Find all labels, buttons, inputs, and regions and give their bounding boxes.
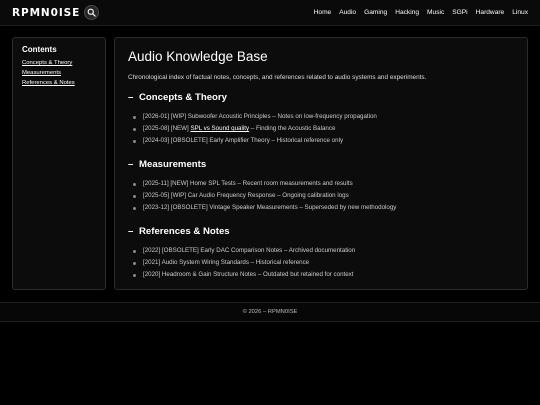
collapse-icon[interactable]: – — [128, 226, 136, 237]
item-text: [2025-11] [NEW] Home SPL Tests – Recent … — [143, 180, 353, 187]
section-concepts: – Concepts & Theory [2026-01] [WIP] Subw… — [128, 92, 514, 147]
nav-gaming[interactable]: Gaming — [364, 9, 387, 16]
sidebar-link-references[interactable]: References & Notes — [22, 78, 96, 88]
nav-home[interactable]: Home — [314, 9, 332, 16]
list-item: [2024-03] [OBSOLETE] Early Amplifier The… — [133, 135, 514, 147]
sidebar-link-concepts[interactable]: Concepts & Theory — [22, 58, 96, 68]
bullet-icon — [133, 127, 136, 131]
section-title: References & Notes — [139, 226, 230, 237]
section-references: – References & Notes [2022] [OBSOLETE] E… — [128, 226, 514, 281]
search-icon — [87, 8, 96, 17]
item-text: [2026-01] [WIP] Subwoofer Acoustic Princ… — [143, 113, 377, 120]
main-content: Audio Knowledge Base Chronological index… — [114, 37, 528, 290]
list-item: [2026-01] [WIP] Subwoofer Acoustic Princ… — [133, 111, 514, 123]
bullet-icon — [133, 206, 136, 210]
page-layout: Contents Concepts & Theory Measurements … — [12, 37, 528, 290]
sidebar-title: Contents — [22, 45, 57, 54]
nav-hardware[interactable]: Hardware — [476, 9, 505, 16]
bullet-icon — [133, 115, 136, 119]
copyright-text: © 2026 – RPMN0ISE — [242, 309, 298, 315]
section-title: Concepts & Theory — [139, 92, 227, 103]
item-prefix: [2025-08] [NEW] — [143, 125, 191, 132]
item-text: [2023-12] [OBSOLETE] Vintage Speaker Mea… — [143, 204, 397, 211]
section-title: Measurements — [139, 159, 207, 170]
nav-music[interactable]: Music — [427, 9, 444, 16]
item-text: [2025-05] [WIP] Car Audio Frequency Resp… — [143, 192, 349, 199]
list-item: [2022] [OBSOLETE] Early DAC Comparison N… — [133, 245, 514, 257]
nav-hacking[interactable]: Hacking — [395, 9, 419, 16]
nav-sgpi[interactable]: SGPi — [452, 9, 467, 16]
bullet-icon — [133, 182, 136, 186]
item-list: [2022] [OBSOLETE] Early DAC Comparison N… — [133, 245, 514, 281]
bullet-icon — [133, 261, 136, 265]
list-item: [2025-08] [NEW] SPL vs Sound quality – F… — [133, 123, 514, 135]
bullet-icon — [133, 273, 136, 277]
nav-audio[interactable]: Audio — [339, 9, 356, 16]
item-list: [2026-01] [WIP] Subwoofer Acoustic Princ… — [133, 111, 514, 147]
bullet-icon — [133, 249, 136, 253]
brand: RPMN0ISE — [12, 5, 100, 20]
list-item: [2021] Audio System Wiring Standards – H… — [133, 257, 514, 269]
main-nav: Home Audio Gaming Hacking Music SGPi Har… — [306, 9, 528, 16]
page-intro: Chronological index of factual notes, co… — [128, 74, 427, 81]
section-measurements: – Measurements [2025-11] [NEW] Home SPL … — [128, 159, 514, 214]
collapse-icon[interactable]: – — [128, 92, 136, 103]
item-list: [2025-11] [NEW] Home SPL Tests – Recent … — [133, 178, 514, 214]
item-text: [2024-03] [OBSOLETE] Early Amplifier The… — [143, 137, 344, 144]
spl-vs-sound-quality-link[interactable]: SPL vs Sound quality — [190, 125, 249, 132]
top-navigation-bar: RPMN0ISE Home Audio Gaming Hacking Music… — [0, 0, 540, 26]
collapse-icon[interactable]: – — [128, 159, 136, 170]
nav-linux[interactable]: Linux — [512, 9, 528, 16]
item-text: [2021] Audio System Wiring Standards – H… — [143, 259, 310, 266]
bullet-icon — [133, 139, 136, 143]
item-text: [2020] Headroom & Gain Structure Notes –… — [143, 271, 354, 278]
sidebar-link-measurements[interactable]: Measurements — [22, 68, 96, 78]
list-item: [2025-11] [NEW] Home SPL Tests – Recent … — [133, 178, 514, 190]
bullet-icon — [133, 194, 136, 198]
item-text: [2025-08] [NEW] SPL vs Sound quality – F… — [143, 123, 335, 135]
item-text: [2022] [OBSOLETE] Early DAC Comparison N… — [143, 247, 356, 254]
page-title: Audio Knowledge Base — [128, 49, 268, 64]
page-footer: © 2026 – RPMN0ISE — [0, 302, 540, 322]
list-item: [2025-05] [WIP] Car Audio Frequency Resp… — [133, 190, 514, 202]
section-heading[interactable]: – Concepts & Theory — [128, 92, 514, 103]
section-heading[interactable]: – Measurements — [128, 159, 514, 170]
contents-sidebar: Contents Concepts & Theory Measurements … — [12, 37, 106, 290]
section-heading[interactable]: – References & Notes — [128, 226, 514, 237]
site-logo[interactable]: RPMN0ISE — [12, 7, 80, 19]
search-button[interactable] — [84, 5, 100, 20]
item-suffix: – Finding the Acoustic Balance — [249, 125, 336, 132]
list-item: [2023-12] [OBSOLETE] Vintage Speaker Mea… — [133, 202, 514, 214]
list-item: [2020] Headroom & Gain Structure Notes –… — [133, 269, 514, 281]
